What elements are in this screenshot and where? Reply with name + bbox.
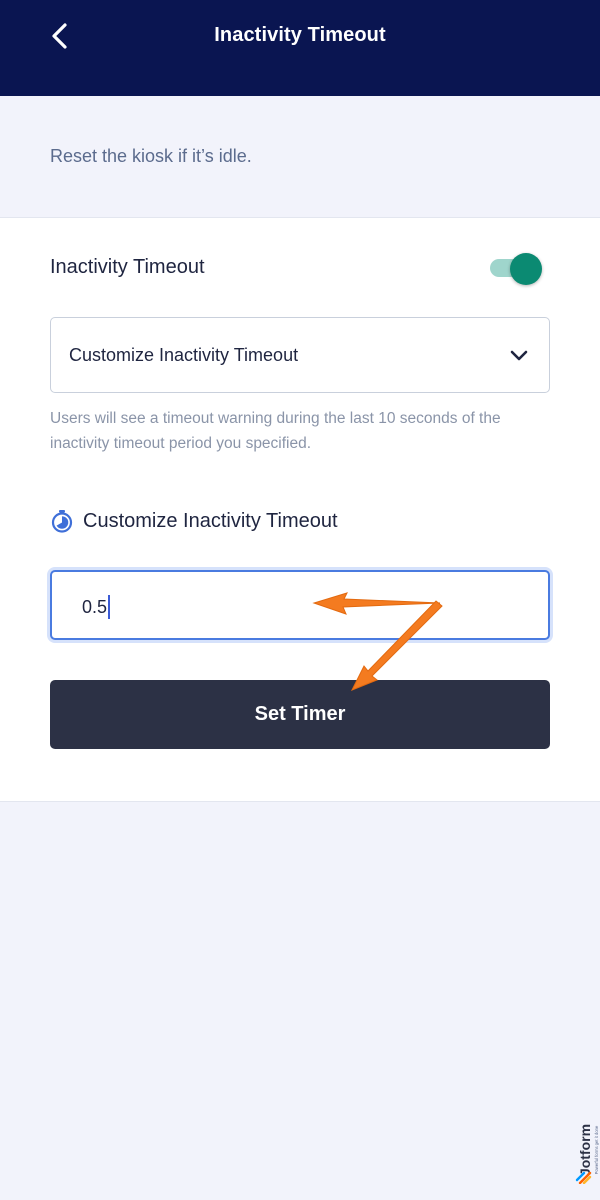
app-header: Inactivity Timeout bbox=[0, 0, 600, 96]
select-value: Customize Inactivity Timeout bbox=[69, 345, 299, 365]
watermark-brand: Jotform bbox=[577, 1124, 593, 1176]
custom-timeout-heading-text: Customize Inactivity Timeout bbox=[83, 509, 338, 532]
description-text: Reset the kiosk if it’s idle. bbox=[50, 146, 252, 166]
toggle-knob bbox=[510, 253, 542, 285]
jotform-watermark: Jotform Powerful forms get it done bbox=[575, 1124, 599, 1184]
inactivity-timeout-label: Inactivity Timeout bbox=[50, 256, 205, 278]
text-caret bbox=[108, 595, 111, 619]
custom-timeout-heading: Customize Inactivity Timeout bbox=[50, 508, 338, 534]
timeout-select[interactable]: Customize Inactivity Timeout bbox=[50, 317, 550, 393]
watermark-tagline: Powerful forms get it done bbox=[594, 1125, 599, 1174]
timeout-value-input[interactable]: 0.5 bbox=[50, 570, 550, 640]
inactivity-timeout-toggle[interactable] bbox=[490, 253, 544, 285]
settings-card: Inactivity Timeout Customize Inactivity … bbox=[0, 217, 600, 802]
stopwatch-icon bbox=[51, 510, 73, 533]
page-title: Inactivity Timeout bbox=[214, 24, 386, 46]
timeout-input-text: 0.5 bbox=[82, 596, 108, 617]
description-section: Reset the kiosk if it’s idle. bbox=[0, 96, 600, 217]
set-timer-button[interactable]: Set Timer bbox=[50, 680, 550, 749]
chevron-down-icon bbox=[510, 350, 528, 361]
timeout-hint-text: Users will see a timeout warning during … bbox=[50, 410, 501, 452]
timeout-input-value: 0.5 bbox=[82, 595, 111, 619]
